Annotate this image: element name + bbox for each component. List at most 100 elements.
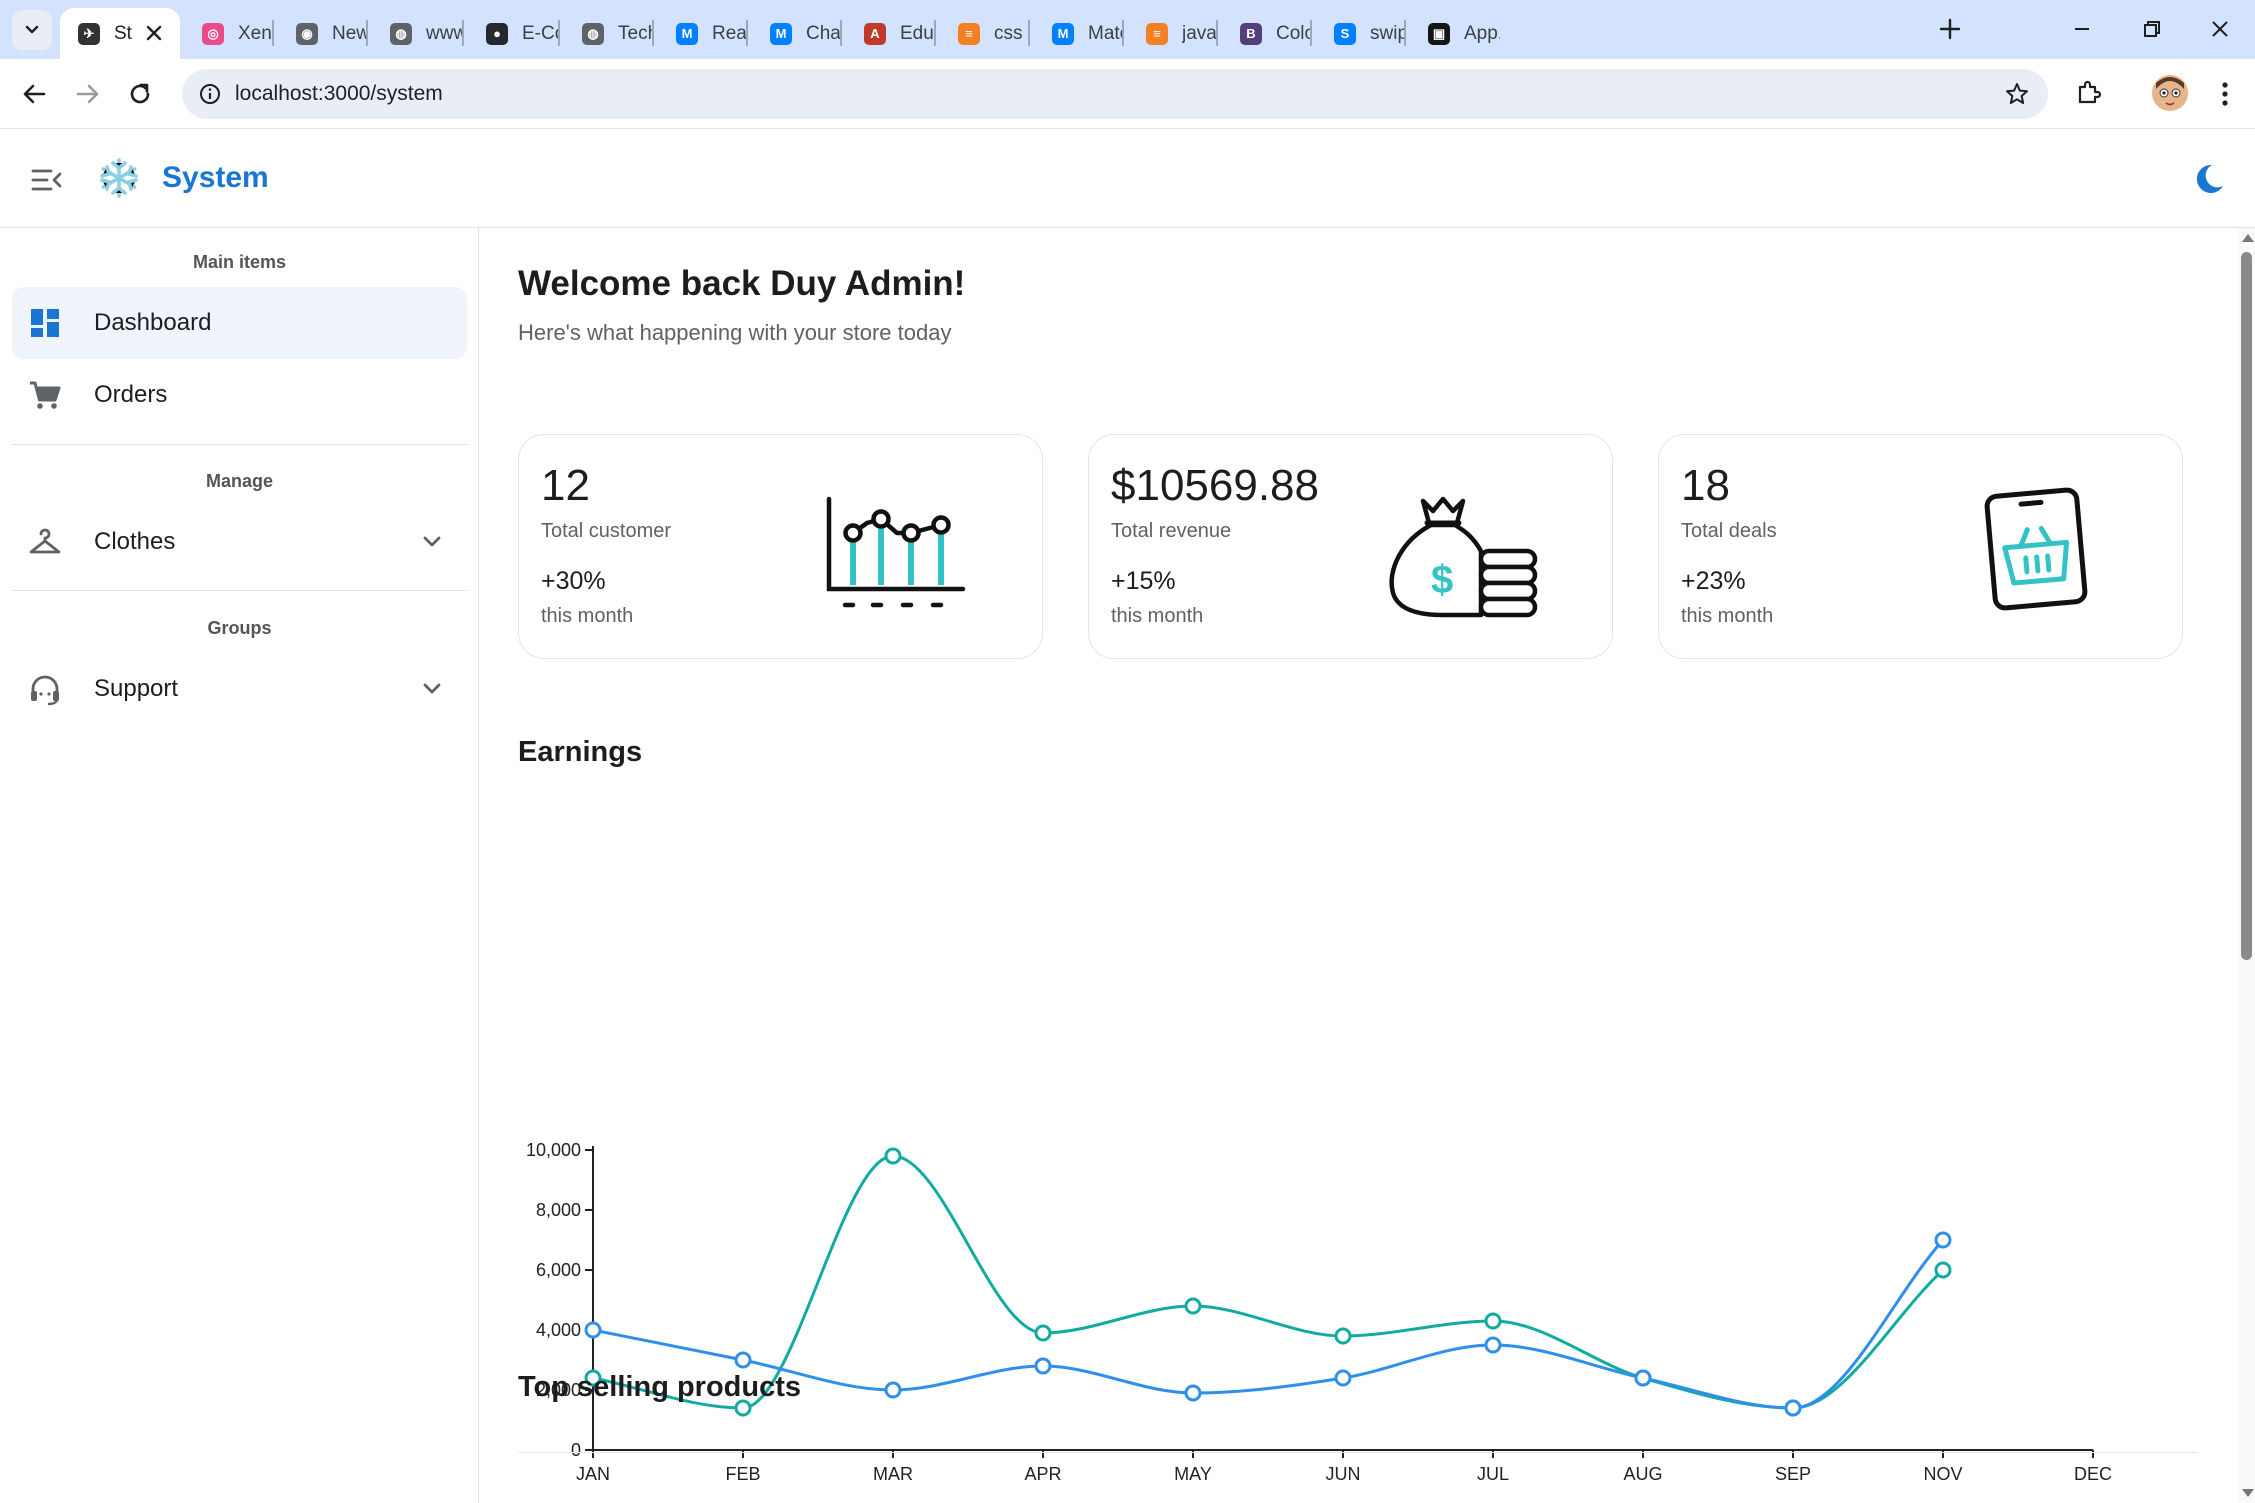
dashboard-icon (31, 309, 59, 337)
series-point-0 (884, 1147, 902, 1165)
section-divider (518, 1452, 2198, 1453)
scroll-up-arrow[interactable] (2242, 234, 2254, 242)
tab-title: swiper (1370, 22, 1406, 44)
tab-separator (558, 20, 560, 46)
sidebar-item-dashboard[interactable]: Dashboard (12, 287, 467, 359)
globe-icon: ◍ (390, 22, 412, 45)
hanger-icon (29, 528, 61, 554)
browser-tab[interactable]: ◍ Tech st (564, 8, 654, 59)
sidebar-item-label: Clothes (94, 528, 176, 555)
sidebar-item-support[interactable]: Support (12, 653, 467, 725)
stat-label: Total customer (541, 520, 672, 542)
browser-tab[interactable]: Sswiper (1316, 8, 1406, 59)
back-arrow-icon[interactable] (16, 76, 52, 112)
cart-icon (30, 381, 61, 409)
series-point-0 (1034, 1324, 1052, 1342)
series-point-1 (1634, 1369, 1652, 1387)
browser-tab[interactable]: ▣ App.js (1410, 8, 1500, 59)
reload-icon[interactable] (122, 76, 158, 112)
globe-icon: ◍ (582, 22, 604, 45)
profile-avatar[interactable] (2152, 75, 2188, 111)
scroll-down-arrow[interactable] (2242, 1489, 2254, 1497)
browser-tab[interactable]: B Colors (1222, 8, 1312, 59)
browser-tab[interactable]: ≡ javascr (1128, 8, 1218, 59)
browser-tab[interactable]: M React C (658, 8, 748, 59)
browser-tab[interactable]: ◎ Xenith (184, 8, 274, 59)
scrollbar-thumb[interactable] (2241, 252, 2252, 960)
chevron-down-icon[interactable] (419, 529, 445, 555)
forward-arrow-icon[interactable] (70, 76, 106, 112)
mui-icon: M (1052, 22, 1074, 45)
x-tick-label: DEC (2074, 1464, 2112, 1484)
app-header: System (0, 130, 2255, 228)
menu-collapse-icon[interactable] (28, 162, 64, 198)
series-point-0 (1184, 1297, 1202, 1315)
tab-title: St (114, 22, 132, 44)
series-point-1 (1934, 1231, 1952, 1249)
x-tick-label: JUN (1326, 1464, 1361, 1484)
mui-icon: M (770, 22, 792, 45)
app-favicon: ✈ (78, 22, 100, 45)
tab-title: Charts (806, 22, 842, 44)
stat-card-customers: 12 Total customer +30% this month (518, 434, 1043, 659)
stackoverflow-icon: ≡ (958, 22, 980, 45)
minimize-window-icon[interactable] (2065, 12, 2099, 46)
browser-tab[interactable]: ◍ www.m (372, 8, 464, 59)
browser-tab[interactable]: ≡ css - sy (940, 8, 1030, 59)
snowflake-logo-icon (100, 158, 138, 198)
tab-title: React C (712, 22, 748, 44)
address-bar[interactable]: localhost:3000/system (182, 69, 2048, 119)
browser-menu-icon[interactable] (2210, 76, 2240, 112)
sidebar-item-label: Support (94, 675, 179, 702)
app-title[interactable]: System (162, 161, 269, 195)
tab-title: Educat (900, 22, 936, 44)
restore-window-icon[interactable] (2135, 12, 2169, 46)
address-url[interactable]: localhost:3000/system (235, 82, 443, 106)
tablet-basket-icon (1984, 487, 2088, 611)
swiper-icon: S (1334, 22, 1356, 45)
browser-tab[interactable]: M Charts (752, 8, 842, 59)
chart-icon (826, 496, 966, 608)
chrome-icon: ◉ (296, 22, 318, 45)
x-tick-label: AUG (1623, 1464, 1662, 1484)
close-tab-icon[interactable] (142, 21, 166, 45)
y-tick-label: 10,000 (526, 1140, 581, 1160)
bookmark-star-icon[interactable] (2004, 81, 2030, 107)
new-tab-button[interactable] (1935, 14, 1965, 44)
money-bag-icon: $ (1389, 496, 1538, 618)
browser-tab[interactable]: A Educat (846, 8, 936, 59)
x-tick-label: JUL (1477, 1464, 1509, 1484)
tab-separator (840, 20, 842, 46)
edu-icon: A (864, 22, 886, 45)
series-point-0 (1334, 1327, 1352, 1345)
chevron-down-icon[interactable] (419, 676, 445, 702)
y-tick-label: 0 (571, 1440, 581, 1460)
sidebar-divider (12, 590, 467, 591)
x-tick-label: MAY (1174, 1464, 1212, 1484)
tab-title: Tech st (618, 22, 654, 44)
sidebar-item-orders[interactable]: Orders (12, 359, 467, 431)
dark-mode-moon-icon[interactable] (2190, 160, 2228, 198)
browser-tab[interactable]: ✈ St (60, 8, 180, 59)
tab-title: Colors (1276, 22, 1312, 44)
y-tick-label: 8,000 (536, 1200, 581, 1220)
x-tick-label: SEP (1775, 1464, 1811, 1484)
tab-search-button[interactable] (12, 10, 52, 50)
stat-card-deals: 18 Total deals +23% this month (1658, 434, 2183, 659)
tab-separator (1310, 20, 1312, 46)
series-point-0 (1484, 1312, 1502, 1330)
site-info-icon[interactable] (198, 82, 222, 106)
stat-value: 18 (1681, 461, 1730, 510)
browser-tab[interactable]: ● E-Com (468, 8, 560, 59)
extensions-puzzle-icon[interactable] (2072, 76, 2106, 110)
sidebar-divider (12, 444, 467, 445)
series-point-1 (1184, 1384, 1202, 1402)
tab-separator (366, 20, 368, 46)
close-window-icon[interactable] (2203, 12, 2237, 46)
browser-tab[interactable]: M Materi (1034, 8, 1124, 59)
tab-title: New Ta (332, 22, 368, 44)
browser-tab[interactable]: ◉ New Ta (278, 8, 368, 59)
sidebar-item-clothes[interactable]: Clothes (12, 506, 467, 578)
stat-period: this month (1681, 605, 1774, 627)
page-scrollbar[interactable] (2238, 228, 2255, 1503)
